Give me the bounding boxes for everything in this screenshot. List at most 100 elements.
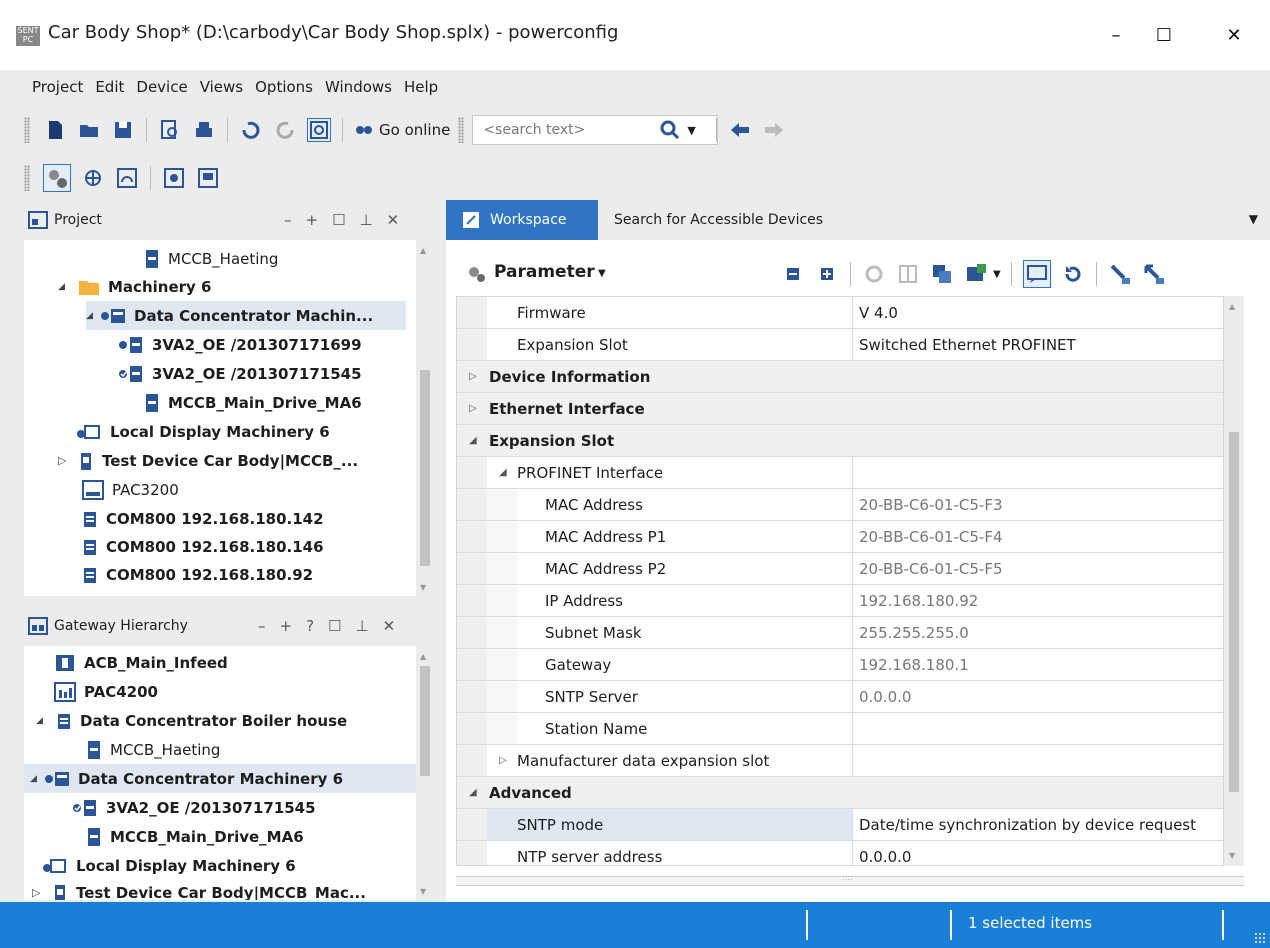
parameter-value[interactable]: 0.0.0.0 bbox=[859, 841, 911, 866]
tree-item[interactable]: MCCB_Main_Drive_MA6 bbox=[86, 822, 304, 851]
scroll-up-icon[interactable]: ▲ bbox=[420, 652, 426, 661]
menu-views[interactable]: Views bbox=[194, 70, 249, 104]
menu-device[interactable]: Device bbox=[130, 70, 193, 104]
tab-search-devices[interactable]: Search for Accessible Devices bbox=[614, 200, 823, 240]
parameter-row[interactable]: SNTP Server 0.0.0.0 bbox=[457, 681, 1223, 713]
scroll-thumb[interactable] bbox=[1229, 432, 1239, 792]
parameter-category[interactable]: ▷ Ethernet Interface bbox=[457, 393, 1223, 425]
tab-list-dropdown-icon[interactable]: ▼ bbox=[1249, 212, 1258, 226]
parameter-row[interactable]: ▷ Manufacturer data expansion slot bbox=[457, 745, 1223, 777]
expand-icon[interactable]: ◢ bbox=[58, 282, 78, 292]
expand-toggle-icon[interactable]: ◢ bbox=[469, 787, 477, 798]
splitter[interactable]: :::: bbox=[456, 873, 1244, 886]
open-folder-icon[interactable] bbox=[77, 118, 101, 142]
parameter-row[interactable]: MAC Address P1 20-BB-C6-01-C5-F4 bbox=[457, 521, 1223, 553]
expand-toggle-icon[interactable]: ▷ bbox=[469, 403, 477, 414]
scroll-up-icon[interactable]: ▲ bbox=[420, 246, 426, 255]
scroll-thumb[interactable] bbox=[420, 370, 430, 566]
eye-icon[interactable] bbox=[162, 166, 186, 190]
scroll-thumb[interactable] bbox=[420, 666, 430, 776]
network-icon[interactable] bbox=[81, 166, 105, 190]
forward-arrow-icon[interactable] bbox=[762, 118, 786, 142]
undo-icon[interactable] bbox=[239, 118, 263, 142]
parameter-category[interactable]: ◢ Advanced bbox=[457, 777, 1223, 809]
parameter-row[interactable]: SNTP mode Date/time synchronization by de… bbox=[457, 809, 1223, 841]
parameter-row[interactable]: NTP server address 0.0.0.0 bbox=[457, 841, 1223, 866]
float-button[interactable]: ☐ bbox=[328, 617, 341, 635]
close-panel-button[interactable]: ✕ bbox=[387, 211, 400, 229]
search-devices-icon[interactable] bbox=[307, 118, 331, 142]
expand-toggle-icon[interactable]: ▷ bbox=[469, 371, 477, 382]
menu-edit[interactable]: Edit bbox=[89, 70, 130, 104]
parameter-row[interactable]: MAC Address 20-BB-C6-01-C5-F3 bbox=[457, 489, 1223, 521]
expand-toggle-icon[interactable]: ◢ bbox=[469, 435, 477, 446]
reset-icon[interactable] bbox=[1061, 262, 1085, 286]
tree-item[interactable]: 3VA2_OE /201307171699 bbox=[118, 330, 362, 359]
expand-icon[interactable]: ▷ bbox=[32, 886, 52, 899]
parameter-row[interactable]: ◢ PROFINET Interface bbox=[457, 457, 1223, 489]
splitter-grip-icon[interactable]: :::: bbox=[842, 873, 853, 882]
parameter-value[interactable]: 192.168.180.92 bbox=[859, 585, 978, 616]
expand-icon[interactable] bbox=[815, 262, 839, 286]
tree-item-selected[interactable]: ◢ Data Concentrator Machin... bbox=[86, 301, 406, 330]
copy-device-icon[interactable] bbox=[930, 262, 954, 286]
menu-windows[interactable]: Windows bbox=[319, 70, 398, 104]
scroll-down-icon[interactable]: ▼ bbox=[420, 583, 426, 592]
toolbar-grip[interactable] bbox=[458, 117, 465, 143]
tree-item-selected[interactable]: ◢ Data Concentrator Machinery 6 bbox=[24, 764, 416, 793]
back-arrow-icon[interactable] bbox=[728, 118, 752, 142]
new-file-icon[interactable] bbox=[43, 118, 67, 142]
tree-item[interactable]: MCCB_Haeting bbox=[144, 244, 278, 273]
collapse-all-button[interactable]: – bbox=[258, 617, 266, 635]
parameter-dropdown-icon[interactable]: ▼ bbox=[598, 268, 606, 279]
close-button[interactable]: ✕ bbox=[1214, 18, 1254, 54]
parameter-category[interactable]: ▷ Device Information bbox=[457, 361, 1223, 393]
load-from-device-icon[interactable] bbox=[1142, 262, 1166, 286]
parameter-value[interactable]: 20-BB-C6-01-C5-F3 bbox=[859, 489, 1003, 520]
expand-toggle-icon[interactable]: ▷ bbox=[499, 755, 507, 766]
maximize-button[interactable]: ☐ bbox=[1144, 18, 1184, 54]
tree-item[interactable]: ▷ Test Device Car Body|MCCB_Mac... bbox=[32, 878, 366, 900]
add-dropdown-icon[interactable]: ▼ bbox=[993, 269, 1001, 280]
parameter-row[interactable]: IP Address 192.168.180.92 bbox=[457, 585, 1223, 617]
tree-item[interactable]: 3VA2_OE /201307171545 bbox=[72, 793, 316, 822]
expand-icon[interactable]: ◢ bbox=[36, 716, 56, 726]
toolbar-grip[interactable] bbox=[24, 117, 30, 143]
scroll-up-icon[interactable]: ▲ bbox=[1229, 302, 1235, 311]
collapse-all-button[interactable]: – bbox=[284, 211, 292, 229]
tree-item[interactable]: COM800 192.168.180.142 bbox=[82, 504, 324, 533]
expand-icon[interactable]: ◢ bbox=[86, 311, 100, 321]
help-button[interactable]: ? bbox=[306, 617, 314, 635]
tree-item[interactable]: PAC4200 bbox=[54, 677, 158, 706]
go-online-button[interactable]: Go online bbox=[379, 121, 450, 139]
add-device-icon[interactable] bbox=[964, 262, 988, 286]
search-dropdown-icon[interactable]: ▼ bbox=[687, 124, 695, 137]
scroll-down-icon[interactable]: ▼ bbox=[1229, 851, 1235, 860]
expand-all-button[interactable]: + bbox=[280, 617, 293, 635]
tree-item[interactable]: PAC3200 bbox=[82, 475, 179, 504]
expand-all-button[interactable]: + bbox=[306, 211, 319, 229]
parameter-value[interactable]: 192.168.180.1 bbox=[859, 649, 969, 680]
expand-icon[interactable]: ▷ bbox=[58, 454, 78, 467]
tree-item[interactable]: ◢ Data Concentrator Boiler house bbox=[36, 706, 347, 735]
parameter-value[interactable]: 255.255.255.0 bbox=[859, 617, 969, 648]
resize-grip-icon[interactable] bbox=[1254, 932, 1266, 944]
tree-item[interactable]: ◢ Machinery 6 bbox=[58, 272, 211, 301]
parameter-row[interactable]: Subnet Mask 255.255.255.0 bbox=[457, 617, 1223, 649]
comments-toggle-icon[interactable] bbox=[1022, 260, 1051, 288]
tree-item[interactable]: Local Display Machinery 6 bbox=[42, 851, 296, 880]
scroll-down-icon[interactable]: ▼ bbox=[420, 887, 426, 896]
parameter-row[interactable]: MAC Address P2 20-BB-C6-01-C5-F5 bbox=[457, 553, 1223, 585]
tree-item[interactable]: MCCB_Haeting bbox=[86, 735, 220, 764]
parameter-value[interactable]: 20-BB-C6-01-C5-F5 bbox=[859, 553, 1003, 584]
parameter-row[interactable]: Firmware V 4.0 bbox=[457, 297, 1223, 329]
tree-item[interactable]: ▷ Test Device Car Body|MCCB_... bbox=[58, 446, 358, 475]
parameter-value[interactable]: V 4.0 bbox=[859, 297, 898, 328]
collapse-icon[interactable] bbox=[781, 262, 805, 286]
load-to-device-icon[interactable] bbox=[1108, 262, 1132, 286]
menu-options[interactable]: Options bbox=[249, 70, 319, 104]
print-icon[interactable] bbox=[192, 118, 216, 142]
parameter-row[interactable]: Station Name bbox=[457, 713, 1223, 745]
tree-item[interactable]: Local Display Machinery 6 bbox=[76, 417, 330, 446]
redo-icon[interactable] bbox=[273, 118, 297, 142]
